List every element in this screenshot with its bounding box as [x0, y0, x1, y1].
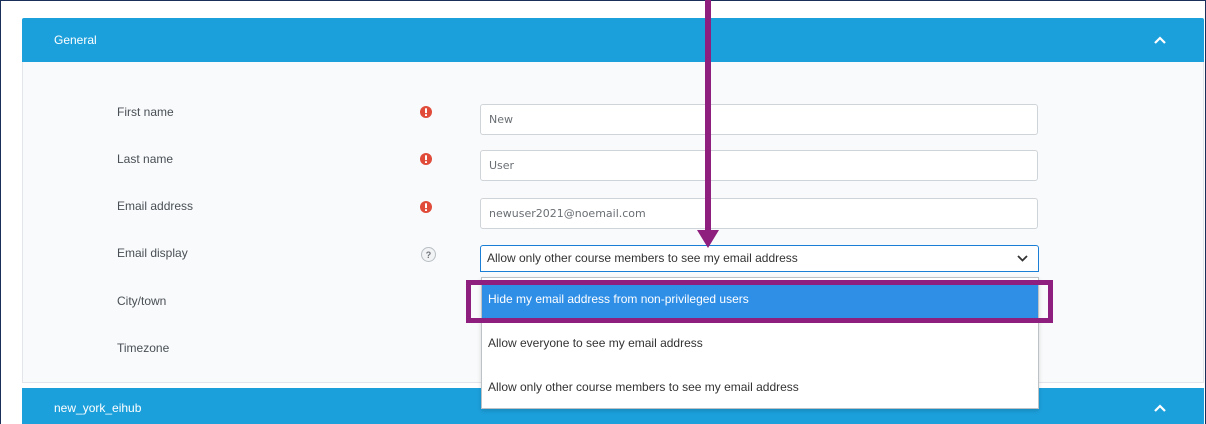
chevron-down-icon — [1017, 255, 1028, 262]
newyork-section-title: new_york_eihub — [54, 401, 142, 415]
last-name-input[interactable]: User — [480, 150, 1038, 181]
field-row-email: Email address newuser2021@noemail.com — [22, 198, 1204, 238]
field-row-first-name: First name New — [22, 103, 1204, 143]
email-display-select[interactable]: Allow only other course members to see m… — [480, 245, 1039, 272]
chevron-up-icon[interactable] — [1154, 404, 1166, 412]
dropdown-option[interactable]: Allow only other course members to see m… — [482, 369, 1038, 405]
annotation-highlight-box — [466, 280, 1053, 323]
required-icon — [420, 106, 432, 118]
annotation-arrow-icon — [697, 230, 719, 248]
first-name-label: First name — [117, 105, 174, 119]
help-icon[interactable]: ? — [421, 247, 436, 262]
email-address-label: Email address — [117, 199, 194, 213]
chevron-up-icon[interactable] — [1154, 36, 1166, 44]
first-name-input[interactable]: New — [480, 104, 1038, 135]
email-display-label: Email display — [117, 246, 188, 260]
dropdown-option[interactable]: Allow everyone to see my email address — [482, 325, 1038, 361]
annotation-arrow-shaft — [705, 0, 711, 232]
required-icon — [420, 153, 432, 165]
email-address-input[interactable]: newuser2021@noemail.com — [480, 198, 1038, 229]
field-row-last-name: Last name User — [22, 150, 1204, 190]
email-display-selected-value: Allow only other course members to see m… — [487, 251, 798, 265]
timezone-label: Timezone — [117, 341, 170, 355]
general-section-header[interactable]: General — [22, 18, 1204, 62]
last-name-label: Last name — [117, 152, 174, 166]
city-town-label: City/town — [117, 294, 167, 308]
general-section-title: General — [54, 33, 97, 47]
required-icon — [420, 201, 432, 213]
